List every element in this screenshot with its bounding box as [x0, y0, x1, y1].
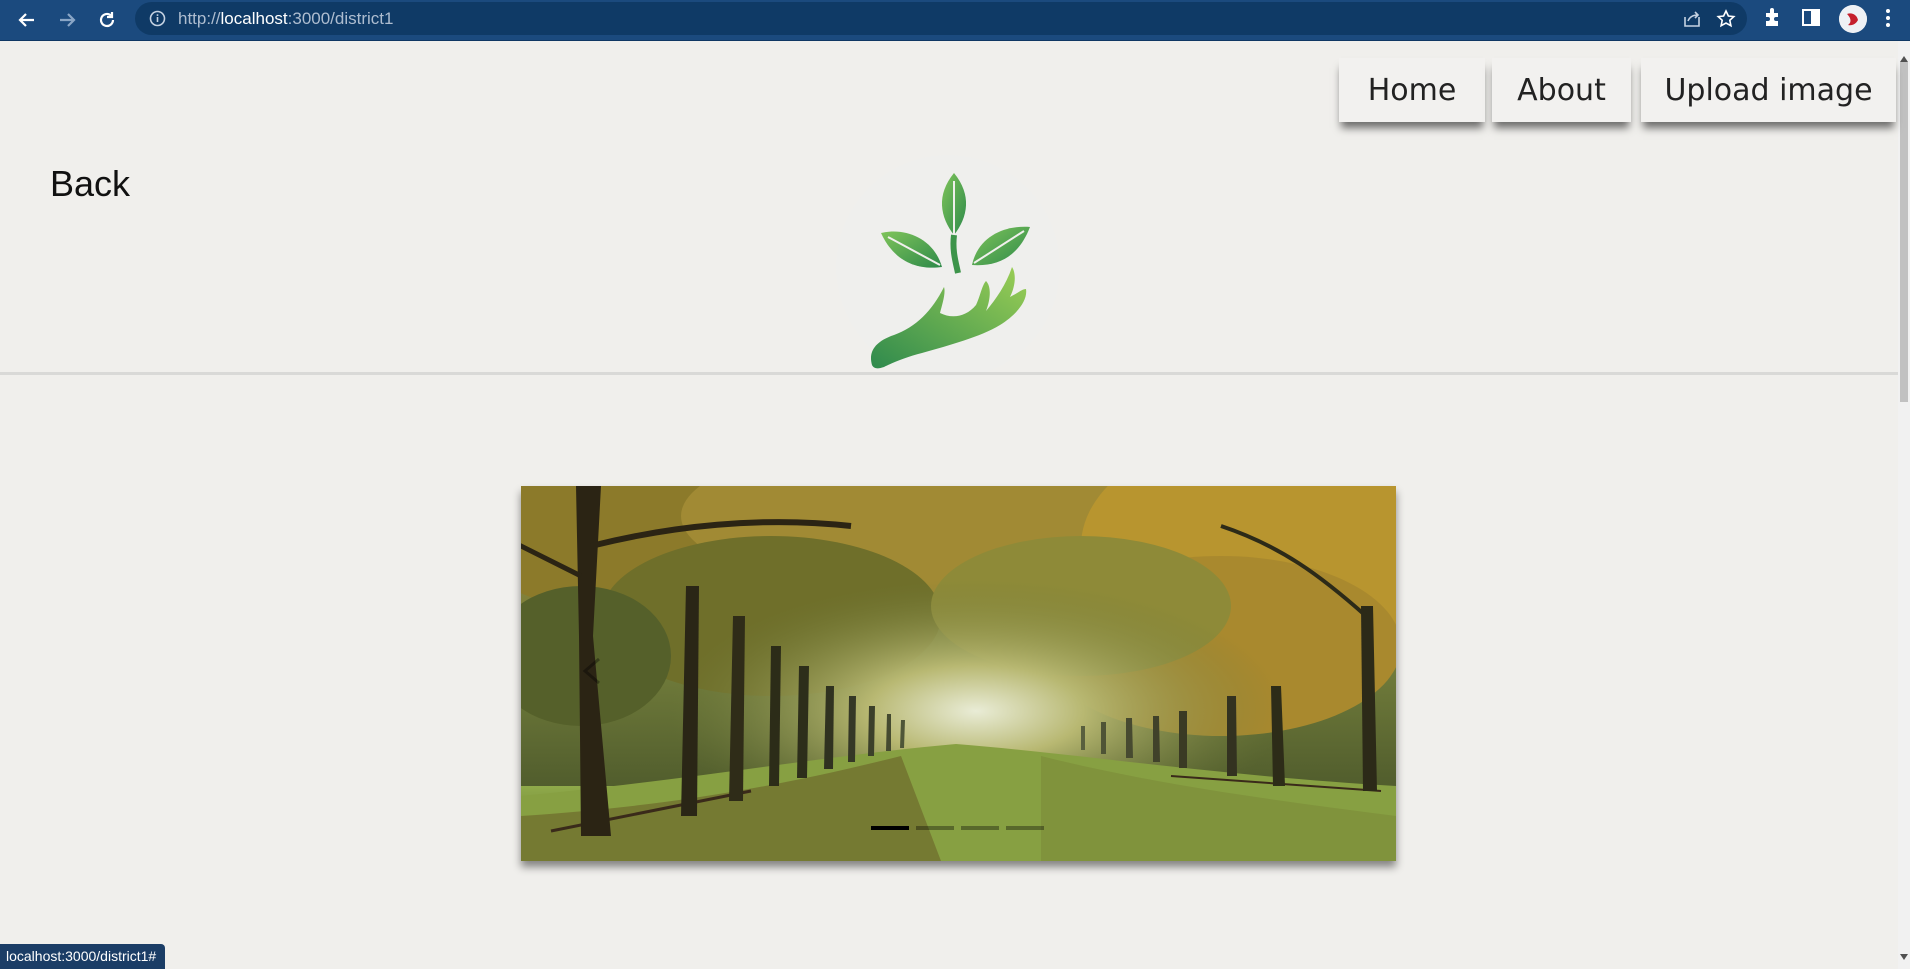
nav-home[interactable]: Home: [1339, 58, 1485, 122]
page-scrollbar[interactable]: [1898, 41, 1910, 969]
nav-upload-image-label: Upload image: [1664, 72, 1873, 108]
nav-about[interactable]: About: [1492, 58, 1631, 122]
nav-home-label: Home: [1367, 72, 1457, 108]
nav-about-label: About: [1517, 72, 1606, 108]
site-info-icon[interactable]: [149, 10, 166, 32]
browser-menu-icon[interactable]: [1884, 6, 1892, 35]
browser-toolbar: http://localhost:3000/district1: [0, 0, 1910, 41]
nav-upload-image[interactable]: Upload image: [1641, 58, 1896, 122]
bookmark-star-icon[interactable]: [1715, 8, 1737, 35]
scrollbar-thumb[interactable]: [1900, 62, 1908, 402]
carousel-indicator-1[interactable]: [871, 826, 909, 830]
autumn-tree-avenue-image: [521, 486, 1396, 861]
extensions-puzzle-icon[interactable]: [1762, 6, 1784, 35]
share-icon[interactable]: [1681, 8, 1703, 35]
link-status-bar: localhost:3000/district1#: [0, 944, 166, 969]
scroll-down-icon[interactable]: [1900, 947, 1908, 965]
carousel-indicator-4[interactable]: [1006, 826, 1044, 830]
profile-avatar-icon[interactable]: [1839, 5, 1867, 33]
carousel-prev-icon[interactable]: [573, 651, 613, 691]
carousel-indicator-3[interactable]: [961, 826, 999, 830]
forward-arrow-icon[interactable]: [51, 4, 83, 36]
image-carousel[interactable]: [521, 486, 1396, 861]
back-arrow-icon[interactable]: [11, 4, 43, 36]
logo: [836, 155, 1060, 379]
plant-in-hand-logo-icon: [870, 173, 1030, 369]
back-link[interactable]: Back: [50, 163, 130, 205]
carousel-indicator-2[interactable]: [916, 826, 954, 830]
side-panel-icon[interactable]: [1800, 6, 1822, 35]
address-bar[interactable]: http://localhost:3000/district1: [135, 2, 1747, 35]
carousel-indicators: [871, 826, 1044, 830]
header-divider: [0, 372, 1898, 375]
url-text: http://localhost:3000/district1: [178, 9, 394, 28]
reload-icon[interactable]: [91, 4, 123, 36]
